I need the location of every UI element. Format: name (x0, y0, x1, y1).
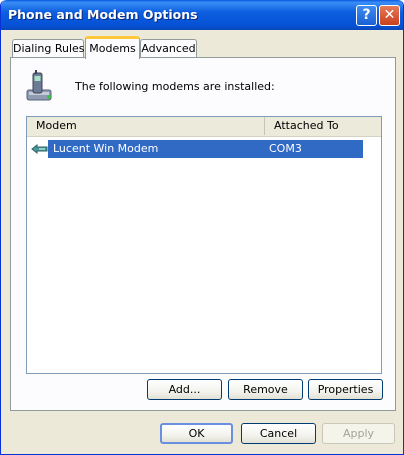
add-button[interactable]: Add... (147, 379, 222, 400)
title-bar[interactable]: Phone and Modem Options ? ✕ (1, 0, 403, 30)
tab-advanced[interactable]: Advanced (140, 39, 197, 58)
cancel-button[interactable]: Cancel (241, 423, 316, 444)
modems-list[interactable]: Modem Attached To Lucent Win Modem COM3 (26, 116, 382, 374)
tab-dialing-rules[interactable]: Dialing Rules (12, 39, 85, 58)
remove-button[interactable]: Remove (228, 379, 303, 400)
column-header-modem[interactable]: Modem (27, 117, 265, 135)
modem-name: Lucent Win Modem (53, 142, 159, 155)
window-title: Phone and Modem Options (8, 7, 198, 22)
help-button[interactable]: ? (356, 5, 377, 26)
modem-icon (31, 143, 48, 155)
tab-modems[interactable]: Modems (85, 36, 140, 59)
phone-modem-icon (26, 70, 52, 101)
help-icon: ? (362, 7, 371, 23)
installed-modems-label: The following modems are installed: (75, 80, 275, 93)
column-header-attached-to[interactable]: Attached To (265, 117, 381, 135)
list-item[interactable]: Lucent Win Modem COM3 (31, 140, 363, 158)
modems-tab-panel: The following modems are installed: Mode… (10, 57, 396, 411)
modem-port: COM3 (269, 142, 302, 155)
ok-button[interactable]: OK (160, 423, 233, 444)
close-icon: ✕ (383, 7, 396, 23)
apply-button: Apply (322, 423, 395, 444)
close-button[interactable]: ✕ (379, 5, 400, 26)
properties-button[interactable]: Properties (308, 379, 383, 400)
list-header: Modem Attached To (27, 117, 381, 137)
phone-and-modem-options-dialog: Phone and Modem Options ? ✕ Dialing Rule… (0, 0, 404, 455)
